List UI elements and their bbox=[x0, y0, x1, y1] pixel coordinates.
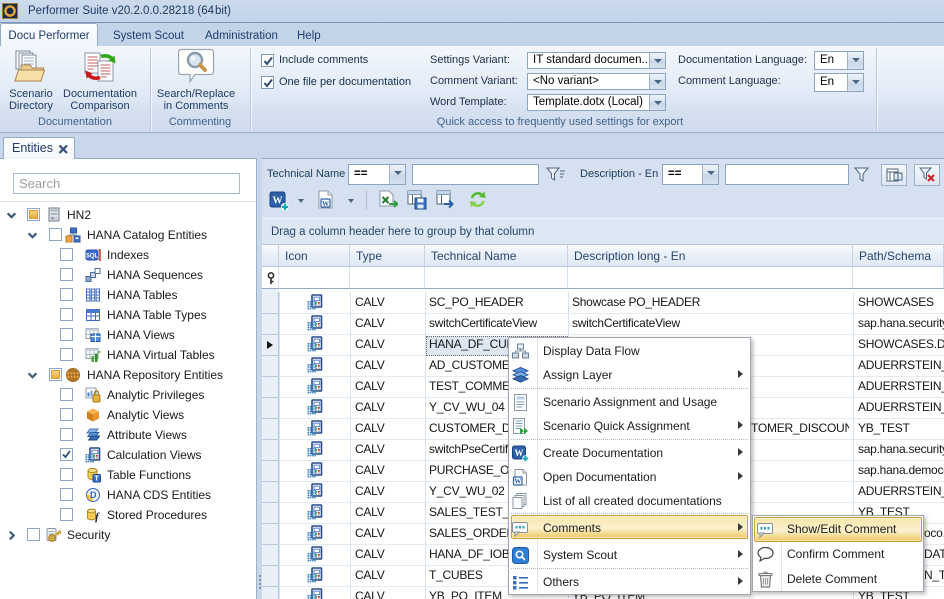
svg-text:W: W bbox=[322, 200, 329, 208]
svg-text:D: D bbox=[90, 490, 97, 500]
svg-text:SQL: SQL bbox=[86, 254, 99, 260]
svg-text:W: W bbox=[514, 478, 521, 486]
svg-text:f: f bbox=[95, 511, 100, 523]
svg-text:W: W bbox=[515, 448, 524, 458]
svg-text:T: T bbox=[95, 476, 100, 483]
svg-text:W: W bbox=[273, 196, 283, 207]
